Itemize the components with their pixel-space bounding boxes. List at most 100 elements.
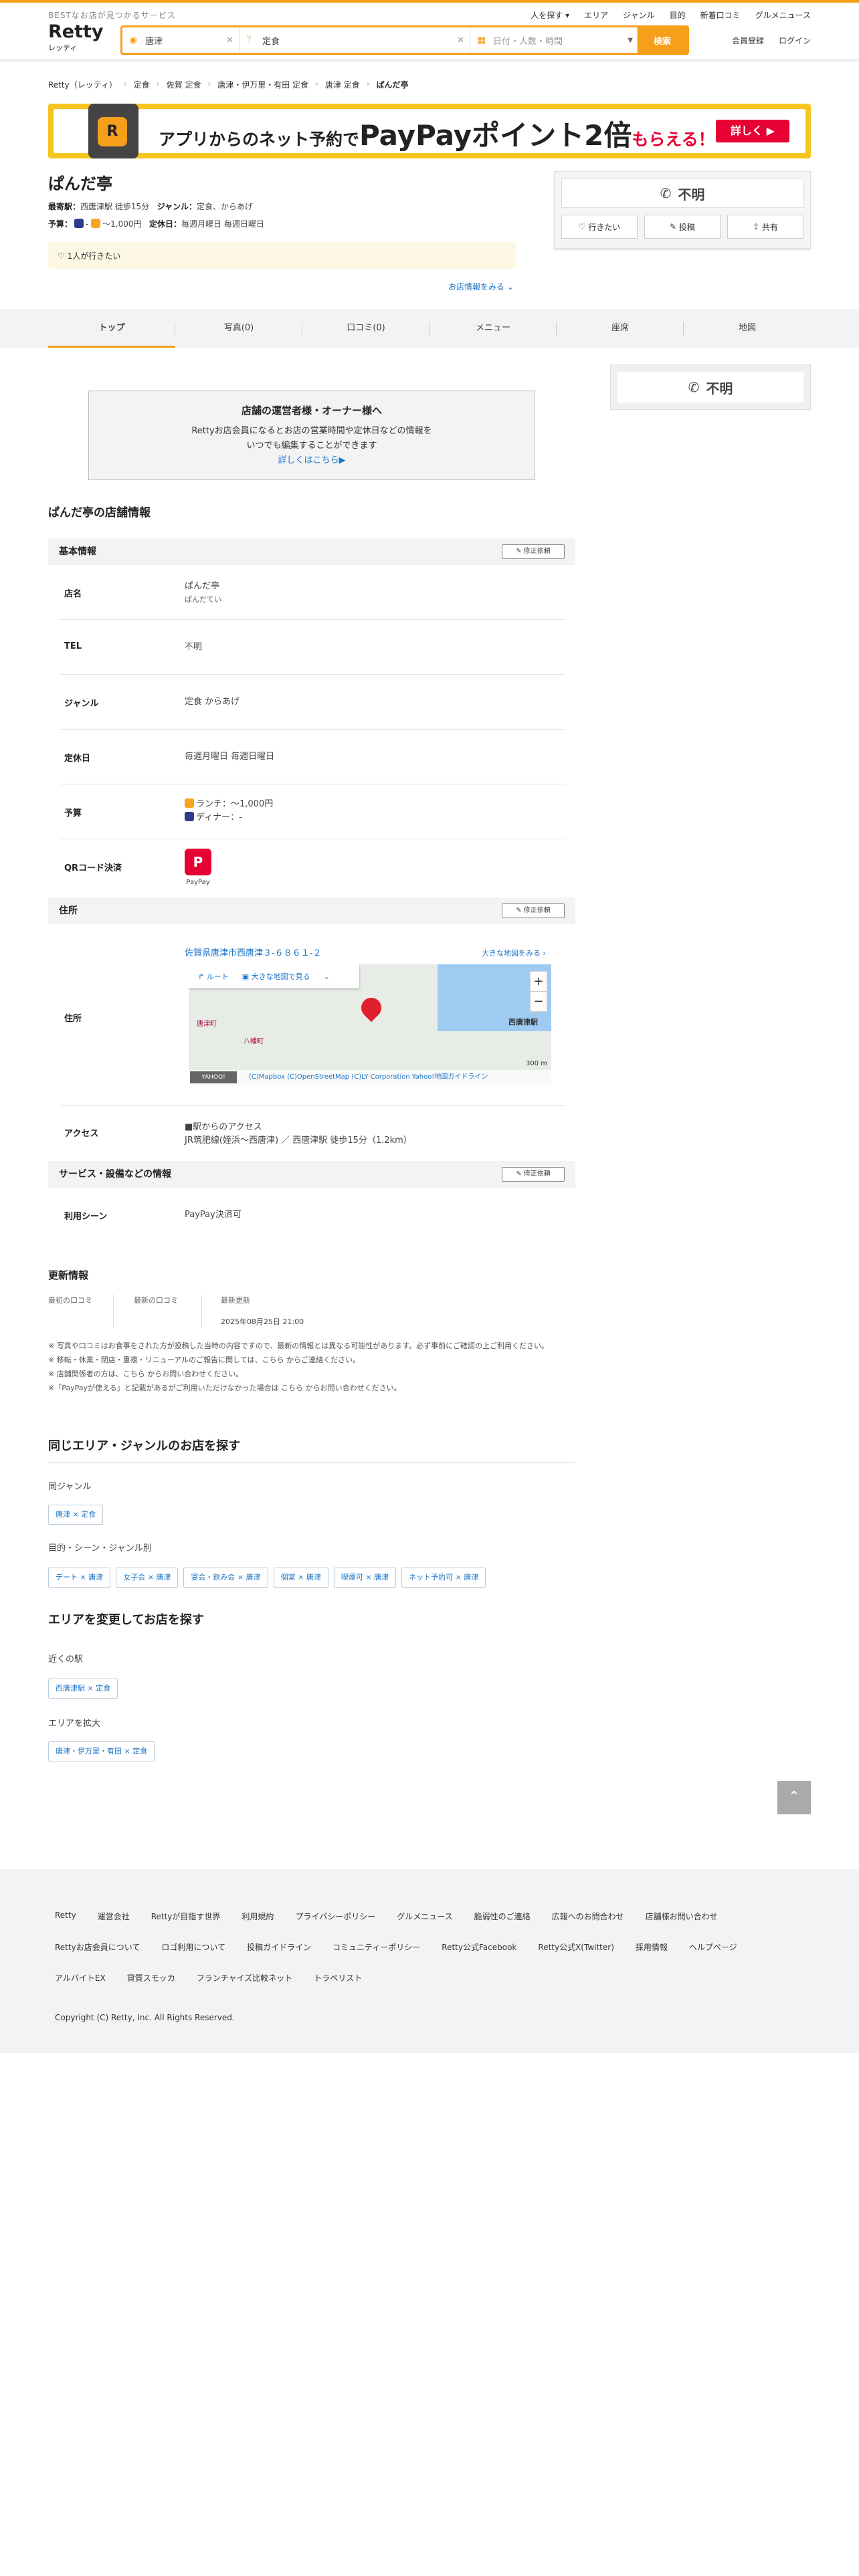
more-info-link[interactable]: お店情報をみる ⌄ xyxy=(448,281,514,292)
footer-link[interactable]: 店舗様お問い合わせ xyxy=(646,1911,718,1922)
login-link[interactable]: ログイン xyxy=(779,35,811,46)
chip-link[interactable]: ネット予約可 × 唐津 xyxy=(401,1568,486,1588)
chip-link[interactable]: 唐津・伊万里・有田 × 定食 xyxy=(48,1741,155,1761)
sidebar-tel-text: 不明 xyxy=(706,380,733,397)
breadcrumb-item[interactable]: 唐津・伊万里・有田 定食 xyxy=(217,79,308,90)
footer-link[interactable]: フランチャイズ比較ネット xyxy=(197,1972,293,1983)
footer-link[interactable]: Retty公式Facebook xyxy=(442,1941,516,1953)
breadcrumb-sep: › xyxy=(315,79,318,88)
breadcrumb-item[interactable]: 定食 xyxy=(134,79,150,90)
footer-link[interactable]: Retty公式X(Twitter) xyxy=(538,1941,614,1953)
share-button[interactable]: ⇪ 共有 xyxy=(727,215,803,239)
zoom-in-button[interactable]: + xyxy=(531,972,547,992)
banner-text-big: PayPayポイント2倍 xyxy=(359,119,632,152)
tab-photos[interactable]: 写真(0) xyxy=(175,309,302,348)
nav-genre[interactable]: ジャンル xyxy=(623,9,654,21)
yahoo-logo: YAHOO! xyxy=(190,1071,237,1083)
chip-link[interactable]: 個室 × 唐津 xyxy=(273,1568,328,1588)
route-button[interactable]: ↱ ルート xyxy=(198,971,229,982)
breadcrumb-item[interactable]: 唐津 定食 xyxy=(325,79,360,90)
row-value: P PayPay xyxy=(185,849,211,889)
footer-link[interactable]: 運営会社 xyxy=(98,1911,130,1922)
footer-link[interactable]: プライバシーポリシー xyxy=(295,1911,375,1922)
tab-top[interactable]: トップ xyxy=(48,309,175,348)
owner-link[interactable]: 詳しくはこちら▶ xyxy=(89,453,535,468)
calendar-icon: ▦ xyxy=(477,35,486,45)
map[interactable]: ↱ ルート ▣ 大きな地図で見る ⌄ 唐津町 八幡町 西唐津駅 + − 300 m… xyxy=(189,964,551,1085)
tel-button[interactable]: ✆ 不明 xyxy=(561,179,803,208)
want-count-text: 1人が行きたい xyxy=(67,251,121,261)
banner-text-pre: アプリからのネット予約で xyxy=(159,130,360,149)
footer-link[interactable]: Rettyお店会員について xyxy=(55,1941,140,1953)
row-holiday: 定休日 毎週月曜日 毎週日曜日 xyxy=(60,730,565,784)
footer-link[interactable]: 広報へのお問合わせ xyxy=(552,1911,624,1922)
register-link[interactable]: 会員登録 xyxy=(732,35,764,46)
footer-link[interactable]: トラベリスト xyxy=(314,1972,362,1983)
address-link[interactable]: 佐賀県唐津市西唐津３-６８６１-２ xyxy=(185,947,321,960)
chip-link[interactable]: デート × 唐津 xyxy=(48,1568,111,1588)
paypay-banner[interactable]: R アプリからのネット予約でPayPayポイント2倍もらえる！ 詳しく ▶ xyxy=(48,104,811,158)
footer-link[interactable]: コミュニティーポリシー xyxy=(332,1941,420,1953)
map-credit[interactable]: (C)Mapbox (C)OpenStreetMap (C)LY Corpora… xyxy=(189,1070,551,1085)
footer-link[interactable]: ヘルプページ xyxy=(689,1941,737,1953)
breadcrumb-item[interactable]: Retty（レッティ） xyxy=(48,79,117,90)
retty-logo[interactable]: Retty レッティ xyxy=(48,23,104,53)
nav-purpose[interactable]: 目的 xyxy=(670,9,686,21)
tel-text: 不明 xyxy=(678,186,705,203)
chip-link[interactable]: 宴会・飲み会 × 唐津 xyxy=(183,1568,268,1588)
footer-link[interactable]: 採用情報 xyxy=(636,1941,668,1953)
shop-tabs: トップ 写真(0) 口コミ(0) メニュー 座席 地図 xyxy=(0,309,859,348)
row-shop-name: 店名 ぱんだ亭 ぱんだてい xyxy=(60,565,565,620)
edit-request-button[interactable]: ✎ 修正依頼 xyxy=(502,544,565,559)
edit-request-button[interactable]: ✎ 修正依頼 xyxy=(502,903,565,918)
map-pin-icon[interactable] xyxy=(357,993,386,1023)
tab-seats[interactable]: 座席 xyxy=(557,309,684,348)
row-budget: 予算 ランチ：〜1,000円 ディナー：- xyxy=(60,784,565,839)
banner-details-button[interactable]: 詳しく ▶ xyxy=(716,120,789,142)
note-item: ※ 店舗関係者の方は、こちら からお問い合わせください。 xyxy=(48,1370,244,1378)
area-field[interactable]: ◉ 唐津 ✕ xyxy=(122,27,240,53)
chip-link[interactable]: 西唐津駅 × 定食 xyxy=(48,1679,118,1699)
big-map-link[interactable]: 大きな地図をみる › xyxy=(482,947,546,960)
footer-link[interactable]: 投稿ガイドライン xyxy=(247,1941,311,1953)
clear-area-icon[interactable]: ✕ xyxy=(226,35,233,45)
clear-keyword-icon[interactable]: ✕ xyxy=(457,35,464,45)
breadcrumb-item[interactable]: 佐賀 定食 xyxy=(167,79,201,90)
tab-map[interactable]: 地図 xyxy=(684,309,811,348)
chip-link[interactable]: 女子会 × 唐津 xyxy=(116,1568,179,1588)
chip-link[interactable]: 喫煙可 × 唐津 xyxy=(333,1568,397,1588)
sidebar-tel-button[interactable]: ✆ 不明 xyxy=(617,372,803,403)
row-service: 利用シーン PayPay決済可 xyxy=(60,1188,565,1243)
zoom-out-button[interactable]: − xyxy=(531,992,547,1012)
back-to-top-button[interactable]: ⌃ xyxy=(777,1781,811,1814)
want-button[interactable]: ♡ 行きたい xyxy=(561,215,638,239)
footer-link[interactable]: アルバイトEX xyxy=(55,1972,106,1983)
footer-link[interactable]: Retty xyxy=(55,1911,76,1922)
nav-area[interactable]: エリア xyxy=(584,9,608,21)
chevron-down-icon[interactable]: ⌄ xyxy=(324,972,330,981)
footer-link[interactable]: 貸質スモッカ xyxy=(127,1972,175,1983)
nav-new-reviews[interactable]: 新着口コミ xyxy=(700,9,741,21)
genre-label: ジャンル： xyxy=(157,202,197,211)
tab-menu[interactable]: メニュー xyxy=(430,309,557,348)
nav-people[interactable]: 人を探す ▾ xyxy=(531,9,569,21)
heart-icon: ♡ xyxy=(58,251,68,261)
basic-info-heading: 基本情報 xyxy=(59,546,96,557)
info-title: ぱんだ亭の店舗情報 xyxy=(48,506,151,520)
datetime-field[interactable]: ▦ 日付・人数・時間 ▼ xyxy=(470,27,638,53)
chip-link[interactable]: 唐津 × 定食 xyxy=(48,1505,104,1525)
nav-gourmet-news[interactable]: グルメニュース xyxy=(755,9,811,21)
footer-link[interactable]: グルメニュース xyxy=(397,1911,452,1922)
caret-down-icon: ▼ xyxy=(628,36,633,44)
footer-link[interactable]: 利用規約 xyxy=(242,1911,274,1922)
keyword-field[interactable]: ᛘ 定食 ✕ xyxy=(240,27,470,53)
footer-link[interactable]: Rettyが目指す世界 xyxy=(151,1911,221,1922)
footer-link[interactable]: ロゴ利用について xyxy=(161,1941,225,1953)
search-button[interactable]: 検索 xyxy=(638,27,687,53)
post-button[interactable]: ✎ 投稿 xyxy=(644,215,721,239)
bigview-button[interactable]: ▣ 大きな地図で見る xyxy=(242,971,310,982)
tab-reviews[interactable]: 口コミ(0) xyxy=(302,309,430,348)
footer-link[interactable]: 脆弱性のご連絡 xyxy=(474,1911,531,1922)
owner-desc: Rettyお店会員になるとお店の営業時間や定休日などの情報を いつでも編集するこ… xyxy=(89,424,535,468)
edit-request-button[interactable]: ✎ 修正依頼 xyxy=(502,1167,565,1182)
